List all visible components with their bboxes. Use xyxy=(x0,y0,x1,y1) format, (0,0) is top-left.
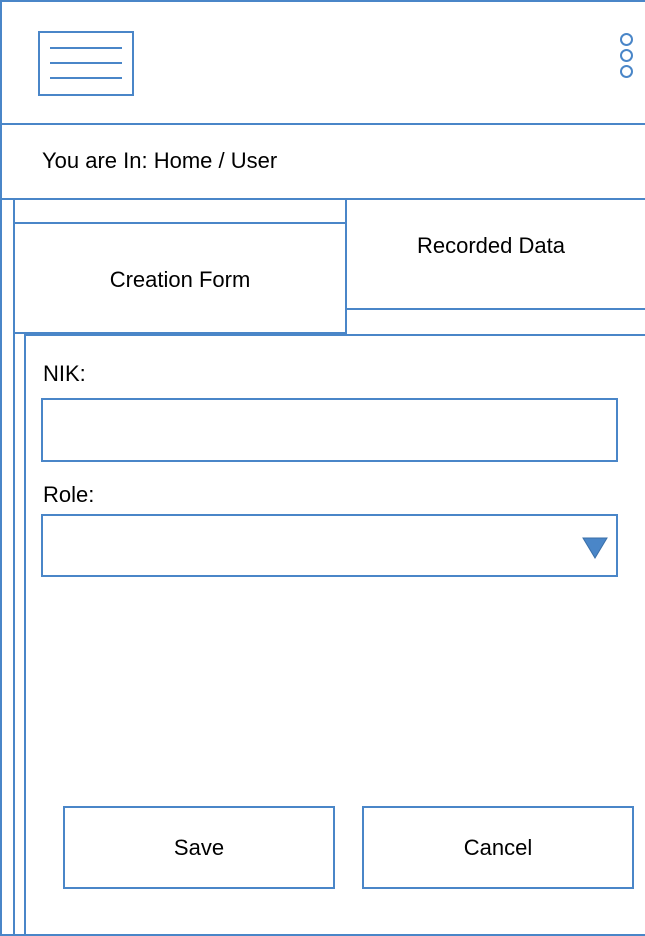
save-button[interactable]: Save xyxy=(63,806,335,889)
tab-recorded-data[interactable]: Recorded Data xyxy=(347,198,645,308)
more-dot-3 xyxy=(620,65,633,78)
tab-recorded-data-label: Recorded Data xyxy=(417,233,565,258)
more-dot-2 xyxy=(620,49,633,62)
save-button-label: Save xyxy=(173,834,225,860)
role-label: Role: xyxy=(43,482,95,507)
triangle-down-icon[interactable] xyxy=(581,536,609,560)
nik-label: NIK: xyxy=(43,361,86,386)
breadcrumb: You are In: Home / User xyxy=(42,148,278,173)
tab-recorded-data-bottom xyxy=(345,308,645,310)
more-dot-1 xyxy=(620,33,633,46)
header-divider xyxy=(0,123,645,125)
cancel-button-label: Cancel xyxy=(463,834,533,860)
role-select[interactable] xyxy=(41,514,618,577)
hamburger-menu-icon[interactable] xyxy=(38,31,134,96)
menu-line-1 xyxy=(50,47,122,49)
tab-strip-left-edge xyxy=(13,198,15,224)
panel-outer-left-line xyxy=(13,334,15,934)
menu-line-3 xyxy=(50,77,122,79)
nik-input[interactable] xyxy=(41,398,618,462)
cancel-button[interactable]: Cancel xyxy=(362,806,634,889)
more-vertical-icon[interactable] xyxy=(617,32,637,92)
menu-line-2 xyxy=(50,62,122,64)
tab-creation-form-label: Creation Form xyxy=(109,267,251,292)
tab-strip-top xyxy=(13,198,347,200)
tab-creation-form[interactable]: Creation Form xyxy=(13,222,347,334)
